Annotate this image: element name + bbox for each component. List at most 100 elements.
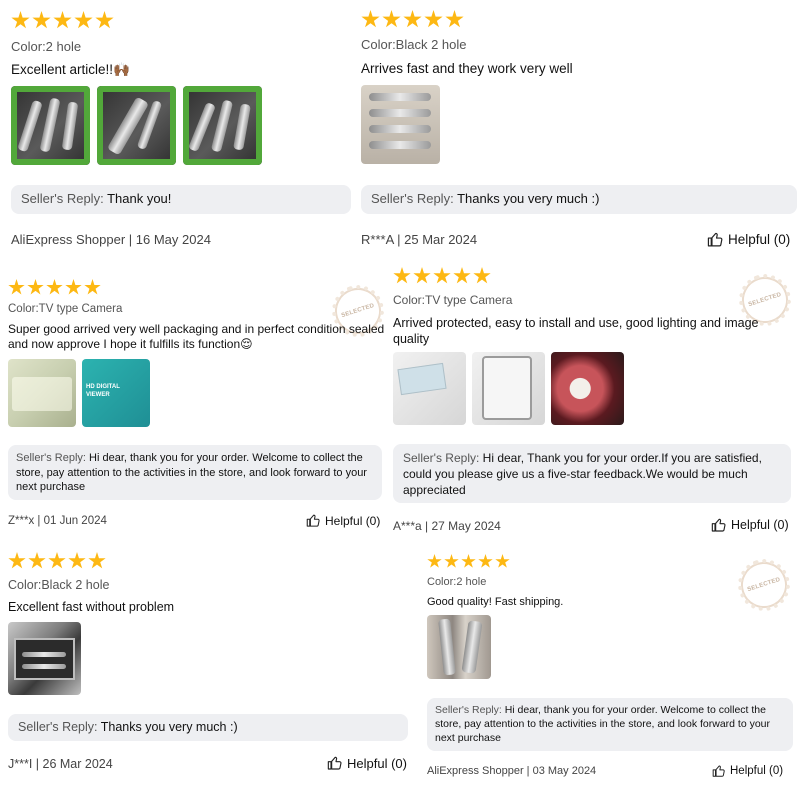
review-photos bbox=[393, 352, 624, 425]
review-color-variant: Color:TV type Camera bbox=[8, 303, 123, 315]
star-icon bbox=[445, 10, 464, 28]
seller-reply-label: Seller's Reply: bbox=[403, 451, 480, 465]
review-text: Arrived protected, easy to install and u… bbox=[393, 316, 759, 346]
review-author-date: AliExpress Shopper | 03 May 2024 bbox=[427, 765, 597, 777]
review-color-variant: Color:Black 2 hole bbox=[8, 578, 110, 592]
seller-reply: Seller's Reply: Hi dear, thank you for y… bbox=[427, 698, 793, 751]
review-color-variant: Color:TV type Camera bbox=[393, 293, 513, 307]
product-photo[interactable] bbox=[551, 352, 624, 425]
seller-reply: Seller's Reply: Hi dear, thank you for y… bbox=[8, 445, 382, 500]
helpful-button[interactable]: Helpful (0) bbox=[707, 231, 790, 248]
review-color-variant: Color:Black 2 hole bbox=[361, 37, 467, 52]
product-photo[interactable] bbox=[427, 615, 491, 679]
star-rating bbox=[361, 10, 464, 29]
star-icon bbox=[95, 11, 114, 29]
seller-reply-text: Thanks you very much :) bbox=[457, 191, 600, 206]
review-photos: HD DIGITAL VIEWER bbox=[8, 359, 150, 427]
review-photos bbox=[361, 85, 440, 164]
seller-reply: Seller's Reply: Thanks you very much :) bbox=[8, 714, 408, 741]
star-icon bbox=[8, 552, 26, 569]
review-photos bbox=[11, 86, 262, 165]
helpful-count: Helpful (0) bbox=[728, 232, 791, 247]
product-photo[interactable] bbox=[97, 86, 176, 165]
seller-reply-label: Seller's Reply: bbox=[21, 191, 104, 206]
helpful-count: Helpful (0) bbox=[325, 513, 381, 528]
review-author-date: J***I | 26 Mar 2024 bbox=[8, 757, 113, 771]
selected-badge: SELECTED bbox=[735, 556, 793, 614]
review-text: Super good arrived very well packaging a… bbox=[8, 322, 385, 351]
star-icon bbox=[393, 267, 411, 284]
star-icon bbox=[65, 279, 82, 295]
star-icon bbox=[453, 267, 471, 284]
product-photo[interactable] bbox=[472, 352, 545, 425]
star-rating bbox=[8, 552, 106, 570]
review-text: Excellent article!!🙌🏾 bbox=[11, 62, 130, 77]
product-photo[interactable] bbox=[8, 622, 81, 695]
thumbs-up-icon bbox=[327, 756, 342, 770]
star-icon bbox=[84, 279, 101, 295]
review-photos bbox=[427, 615, 491, 679]
seller-reply: Seller's Reply: Thank you! bbox=[11, 185, 351, 214]
star-icon bbox=[403, 10, 422, 28]
seller-reply-label: Seller's Reply: bbox=[16, 452, 86, 464]
product-photo[interactable] bbox=[11, 86, 90, 165]
star-icon bbox=[53, 11, 72, 29]
product-photo[interactable] bbox=[8, 359, 76, 427]
thumbs-up-icon bbox=[306, 514, 320, 527]
product-photo[interactable] bbox=[361, 85, 440, 164]
helpful-button[interactable]: Helpful (0) bbox=[327, 755, 407, 771]
helpful-count: Helpful (0) bbox=[731, 518, 789, 532]
helpful-count: Helpful (0) bbox=[730, 765, 784, 777]
star-icon bbox=[433, 267, 451, 284]
seller-reply: Seller's Reply: Thanks you very much :) bbox=[361, 185, 797, 214]
star-icon bbox=[11, 11, 30, 29]
star-icon bbox=[495, 554, 510, 568]
star-icon bbox=[28, 552, 46, 569]
helpful-button[interactable]: Helpful (0) bbox=[712, 764, 783, 778]
raised-hands-emoji: 🙌🏾 bbox=[113, 62, 130, 77]
star-icon bbox=[27, 279, 44, 295]
star-icon bbox=[46, 279, 63, 295]
seller-reply: Seller's Reply: Hi dear, Thank you for y… bbox=[393, 444, 791, 503]
star-rating bbox=[8, 279, 101, 296]
product-photo[interactable] bbox=[393, 352, 466, 425]
star-icon bbox=[382, 10, 401, 28]
star-rating bbox=[427, 554, 510, 569]
star-icon bbox=[68, 552, 86, 569]
review-photos bbox=[8, 622, 81, 695]
star-icon bbox=[361, 10, 380, 28]
star-icon bbox=[32, 11, 51, 29]
product-photo[interactable] bbox=[183, 86, 262, 165]
star-icon bbox=[478, 554, 493, 568]
review-color-variant: Color:2 hole bbox=[11, 39, 82, 54]
helpful-button[interactable]: Helpful (0) bbox=[306, 513, 380, 528]
star-icon bbox=[473, 267, 491, 284]
review-author-date: Z***x | 01 Jun 2024 bbox=[8, 515, 107, 527]
relieved-face-emoji: 😌 bbox=[240, 337, 253, 351]
review-color-variant: Color:2 hole bbox=[427, 576, 487, 588]
star-icon bbox=[444, 554, 459, 568]
star-rating bbox=[11, 11, 114, 30]
thumbs-up-icon bbox=[707, 232, 723, 247]
helpful-button[interactable]: Helpful (0) bbox=[711, 517, 789, 533]
review-author-date: AliExpress Shopper | 16 May 2024 bbox=[11, 232, 211, 247]
seller-reply-label: Seller's Reply: bbox=[18, 720, 98, 734]
star-icon bbox=[8, 279, 25, 295]
seller-reply-text: Thank you! bbox=[107, 191, 172, 206]
seller-reply-label: Seller's Reply: bbox=[371, 191, 454, 206]
star-icon bbox=[461, 554, 476, 568]
review-author-date: A***a | 27 May 2024 bbox=[393, 519, 501, 533]
star-icon bbox=[88, 552, 106, 569]
seller-reply-label: Seller's Reply: bbox=[435, 704, 502, 716]
star-icon bbox=[413, 267, 431, 284]
review-author-date: R***A | 25 Mar 2024 bbox=[361, 232, 478, 247]
review-text: Arrives fast and they work very well bbox=[361, 61, 573, 76]
star-icon bbox=[74, 11, 93, 29]
thumbs-up-icon bbox=[711, 518, 726, 532]
product-photo[interactable]: HD DIGITAL VIEWER bbox=[82, 359, 150, 427]
star-icon bbox=[424, 10, 443, 28]
star-rating bbox=[393, 267, 491, 285]
box-label: HD DIGITAL VIEWER bbox=[86, 384, 120, 398]
review-text: Good quality! Fast shipping. bbox=[427, 596, 564, 608]
review-text: Excellent fast without problem bbox=[8, 600, 175, 614]
